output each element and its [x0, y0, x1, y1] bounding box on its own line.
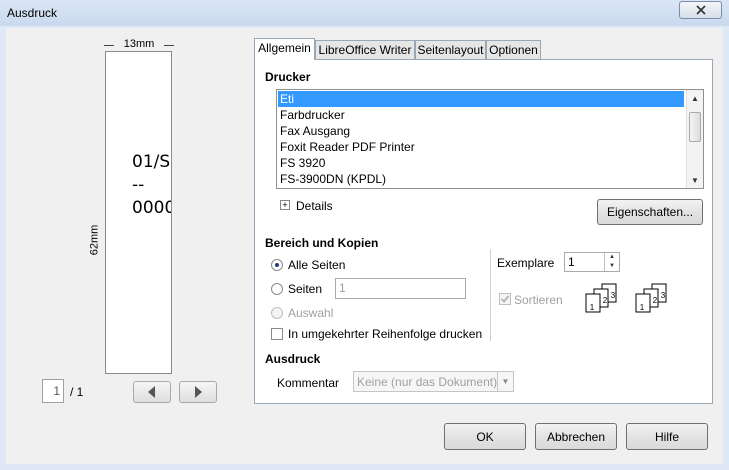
scroll-down-icon[interactable]: ▼: [687, 172, 703, 188]
copies-spin-buttons[interactable]: ▲ ▼: [604, 253, 619, 271]
tab-general[interactable]: Allgemein: [254, 38, 315, 60]
printer-list-item[interactable]: FS 3920: [278, 155, 684, 171]
tab-page-layout[interactable]: Seitenlayout: [415, 40, 486, 60]
close-icon: [695, 5, 706, 15]
preview-page-input[interactable]: 1: [42, 379, 64, 403]
printer-list-item[interactable]: Foxit Reader PDF Printer: [278, 139, 684, 155]
all-pages-label[interactable]: Alle Seiten: [288, 258, 345, 272]
preview-text-line: 0000: [132, 198, 172, 218]
printer-list-item[interactable]: Fax Ausgang: [278, 123, 684, 139]
selection-radio[interactable]: [271, 307, 283, 319]
svg-text:2: 2: [653, 296, 658, 305]
range-copies-separator: [490, 249, 491, 341]
pages-range-input[interactable]: 1: [335, 278, 466, 299]
all-pages-radio[interactable]: [271, 259, 283, 271]
title-bar: Ausdruck: [0, 0, 729, 26]
range-heading: Bereich und Kopien: [265, 236, 379, 250]
printer-list-scrollbar[interactable]: ▲ ▼: [686, 90, 703, 188]
printer-list-item[interactable]: Eti: [278, 91, 684, 107]
spin-up-icon[interactable]: ▲: [605, 253, 619, 262]
comment-label: Kommentar: [277, 376, 340, 390]
svg-text:3: 3: [661, 291, 666, 300]
close-button[interactable]: [679, 1, 722, 19]
preview-text-line: 01/S: [132, 152, 171, 172]
triangle-left-icon: [148, 386, 155, 398]
preview-height-label: 62mm: [88, 224, 101, 256]
svg-text:1: 1: [640, 303, 645, 312]
reverse-order-checkbox[interactable]: [271, 328, 283, 340]
preview-width-label: 13mm: [123, 38, 155, 50]
collate-pages-icon: 3 2 1: [582, 283, 624, 317]
collate-label[interactable]: Sortieren: [514, 293, 563, 307]
preview-page-total: / 1: [70, 385, 84, 399]
svg-text:3: 3: [611, 291, 616, 300]
preview-text-line: --: [132, 175, 145, 195]
preview-height-dimension: 62mm: [88, 56, 102, 374]
ok-button[interactable]: OK: [444, 423, 526, 450]
collate-checkbox[interactable]: [499, 293, 511, 305]
chevron-down-icon[interactable]: ▼: [497, 372, 513, 391]
spin-down-icon[interactable]: ▼: [605, 262, 619, 271]
tab-options[interactable]: Optionen: [486, 40, 541, 60]
comment-dropdown[interactable]: Keine (nur das Dokument) ▼: [353, 371, 514, 392]
output-heading: Ausdruck: [265, 352, 321, 366]
reverse-order-label[interactable]: In umgekehrter Reihenfolge drucken: [288, 327, 482, 341]
details-toggle[interactable]: Details: [296, 199, 333, 213]
preview-next-button[interactable]: [179, 381, 217, 403]
tab-libreoffice-writer[interactable]: LibreOffice Writer: [315, 40, 415, 60]
window-title: Ausdruck: [7, 6, 58, 20]
expand-plus-icon[interactable]: +: [280, 200, 290, 210]
svg-text:2: 2: [603, 296, 608, 305]
printer-list-item[interactable]: Farbdrucker: [278, 107, 684, 123]
preview-width-dimension: 13mm: [104, 38, 174, 50]
pages-label[interactable]: Seiten: [288, 282, 322, 296]
collate-pages-icon: 3 2 1: [632, 283, 674, 317]
svg-text:1: 1: [590, 303, 595, 312]
printer-heading: Drucker: [265, 70, 311, 84]
copies-spinbox[interactable]: 1 ▲ ▼: [564, 252, 620, 272]
dialog-body: 13mm 62mm 01/S -- 0000 1 / 1 Allgemein L…: [6, 28, 723, 464]
print-preview-page: 01/S -- 0000: [105, 51, 172, 374]
cancel-button[interactable]: Abbrechen: [535, 423, 617, 450]
checkmark-icon: [500, 295, 510, 303]
copies-label: Exemplare: [497, 256, 555, 270]
help-button[interactable]: Hilfe: [626, 423, 708, 450]
scroll-up-icon[interactable]: ▲: [687, 90, 703, 106]
scrollbar-thumb[interactable]: [689, 112, 701, 142]
printer-list-item[interactable]: FS-3900DN (KPDL): [278, 171, 684, 187]
pages-radio[interactable]: [271, 283, 283, 295]
triangle-right-icon: [195, 386, 202, 398]
copies-value[interactable]: 1: [568, 255, 575, 269]
printer-list[interactable]: Eti Farbdrucker Fax Ausgang Foxit Reader…: [276, 89, 704, 189]
printer-properties-button[interactable]: Eigenschaften...: [597, 199, 703, 225]
selection-label[interactable]: Auswahl: [288, 306, 333, 320]
preview-prev-button[interactable]: [133, 381, 171, 403]
comment-value[interactable]: Keine (nur das Dokument): [357, 375, 497, 389]
